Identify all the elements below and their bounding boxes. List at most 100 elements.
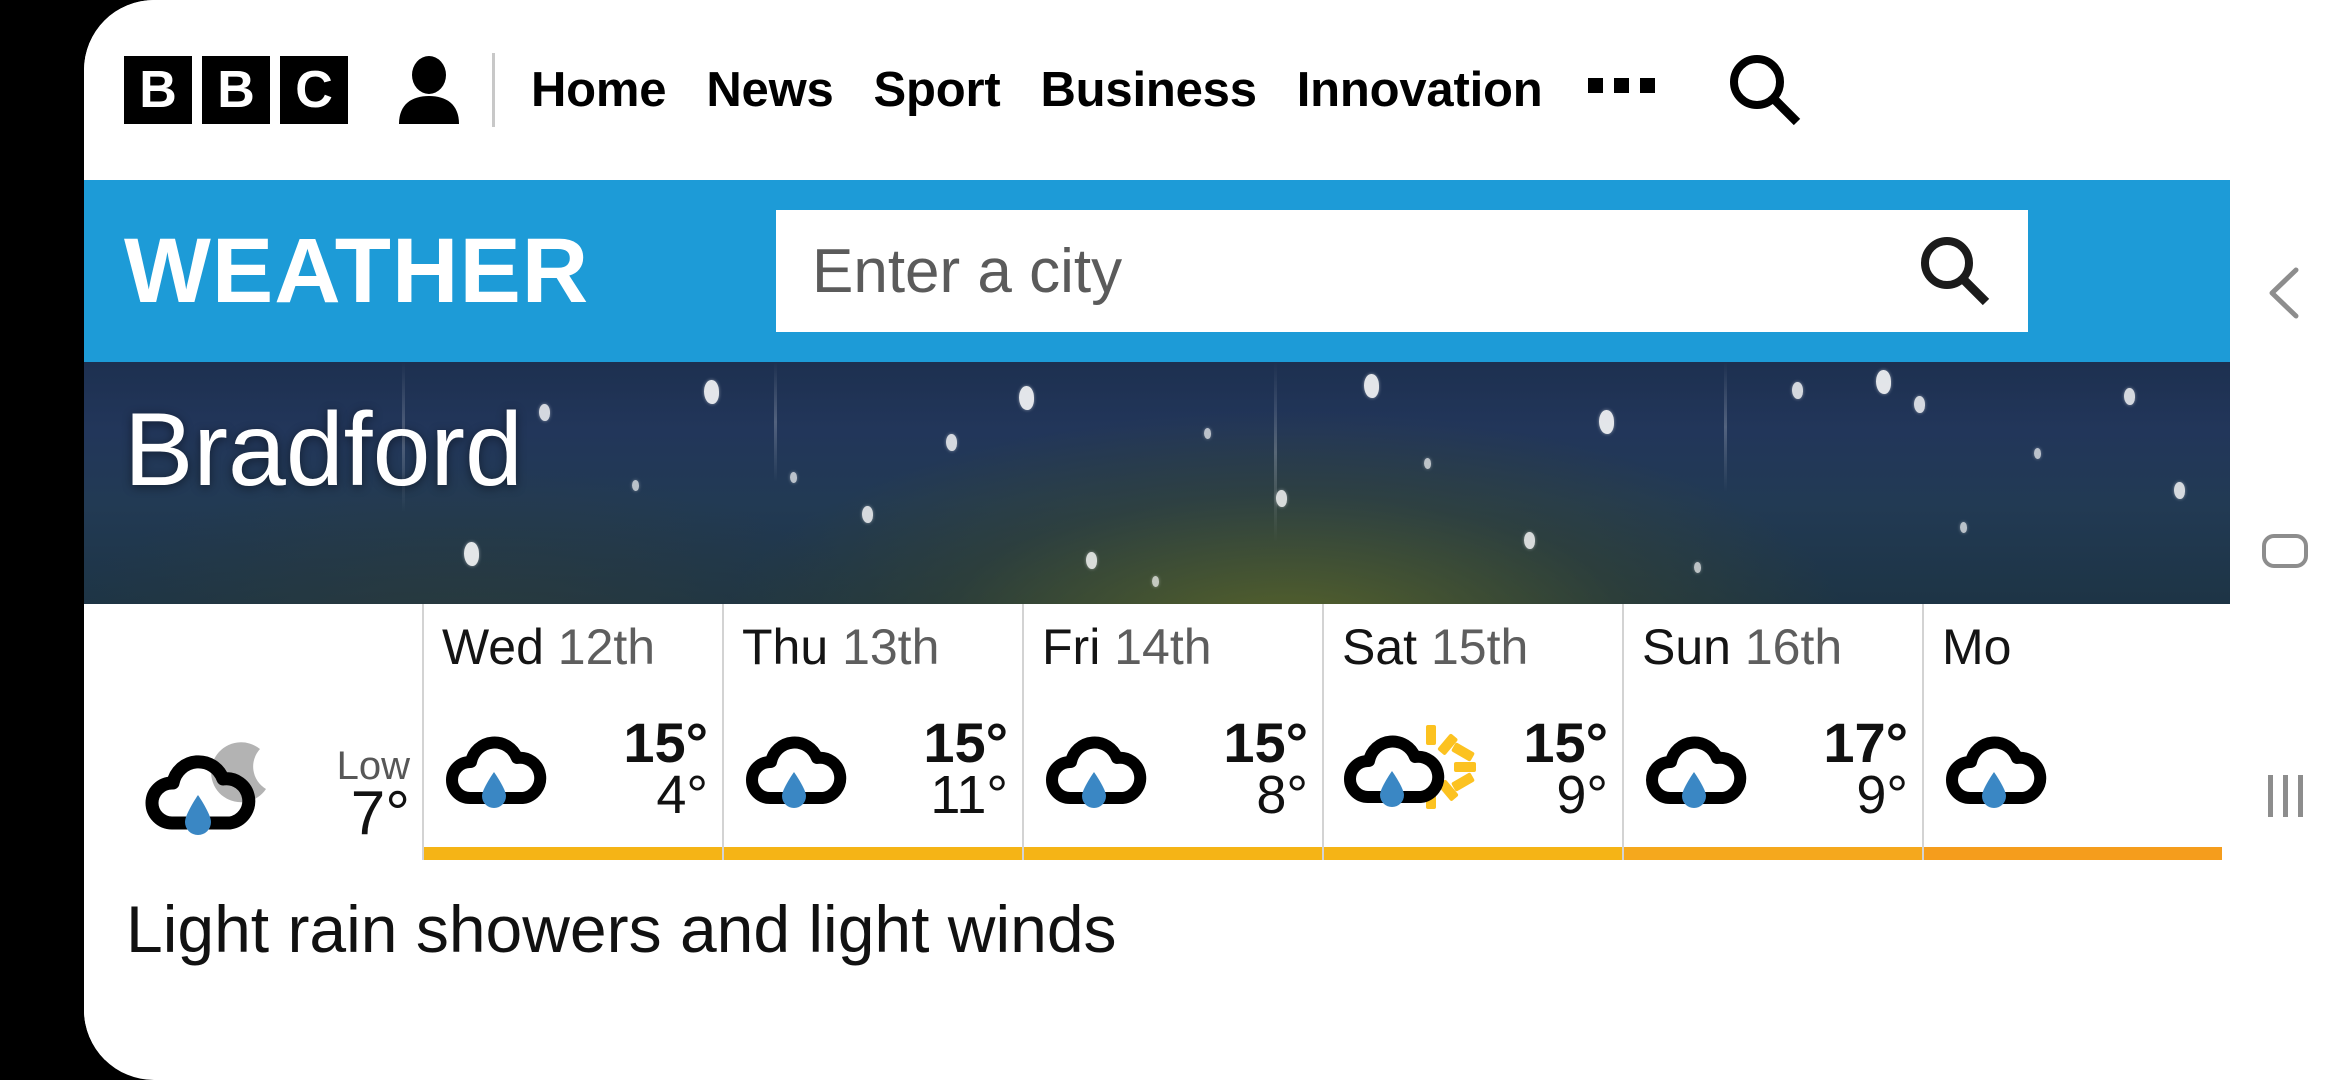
day-middle [1942,672,2208,860]
ellipsis-icon[interactable] [1588,77,1656,103]
weather-brand-band: WEATHER [84,180,2230,362]
forecast-card-day[interactable]: Sat 15th 15° 9° [1322,604,1622,860]
nav-item-sport[interactable]: Sport [874,62,1001,118]
forecast-edge-spacer [2222,604,2230,860]
recents-bar [2282,774,2288,817]
forecast-strip[interactable]: Tonight Low 7° [84,604,2230,860]
forecast-summary: Light rain showers and light winds [84,860,2230,1060]
day-header: Fri 14th [1042,622,1308,672]
forecast-card-tonight[interactable]: Tonight Low 7° [124,604,422,860]
rain-streak [1274,362,1277,542]
day-middle: 15° 9° [1342,672,1608,860]
nav-item-news[interactable]: News [706,62,833,118]
day-low: 9° [1556,764,1608,825]
water-droplet [1960,522,1967,533]
day-temperatures: 15° 8° [1160,711,1308,825]
home-pill-icon[interactable] [2262,533,2308,568]
forecast-card-day[interactable]: Wed 12th 15° 4° [422,604,722,860]
day-accent-bar [1024,847,1322,860]
day-header: Sun 16th [1642,622,1908,672]
tonight-temperature: Low 7° [337,746,410,848]
bbc-logo[interactable]: B B C [124,56,348,124]
water-droplet [1694,562,1701,573]
water-droplet [2174,482,2185,499]
nav-item-business[interactable]: Business [1040,62,1256,118]
water-droplet [704,380,719,404]
forecast-card-day[interactable]: Sun 16th 17° 9° [1622,604,1922,860]
person-icon[interactable] [394,55,464,125]
forecast-card-day[interactable]: Thu 13th 15° 11° [722,604,1022,860]
tonight-low-value: 7° [350,778,410,848]
chevron-left-icon[interactable] [2264,264,2306,327]
day-high: 15° [923,711,1008,775]
day-date: 13th [842,619,940,675]
bbc-logo-letter-3: C [280,56,348,124]
forecast-card-day[interactable]: Fri 14th 15° 8° [1022,604,1322,860]
water-droplet [1086,552,1097,569]
city-search-box[interactable] [776,210,2028,332]
water-droplet [539,404,550,421]
ellipsis-dot [1640,77,1656,93]
nav-item-innovation[interactable]: Innovation [1297,62,1543,118]
water-droplet [1424,458,1431,469]
water-droplet [1019,386,1034,410]
water-droplet [1276,490,1287,507]
recents-bars-icon[interactable] [2267,774,2303,817]
search-icon[interactable] [1725,51,1803,129]
water-droplet [2124,388,2135,405]
summary-text: Light rain showers and light winds [126,892,1117,966]
day-low: 4° [656,764,708,825]
cloud-rain-icon [442,722,554,817]
water-droplet [1914,396,1925,413]
day-name: Wed [442,619,558,675]
water-droplet [2034,448,2041,459]
rain-streak [1724,362,1727,492]
water-droplet [946,434,957,451]
tonight-body: Tonight Low 7° [124,604,422,860]
primary-nav: Home News Sport Business Innovation [531,62,1543,118]
browser-app-card: B B C Home News Sport Business Innovatio… [84,0,2230,1080]
day-temperatures: 15° 4° [560,715,708,825]
day-date: 14th [1114,619,1212,675]
android-system-nav [2230,0,2340,1080]
day-middle: 15° 11° [742,672,1008,860]
water-droplet [1204,428,1211,439]
cloud-rain-icon [742,722,854,817]
day-accent-bar [724,847,1022,860]
recents-bars-shape [2267,774,2303,817]
nav-item-home[interactable]: Home [531,62,667,118]
cloud-rain-moon-icon [142,733,290,842]
sun-cloud-rain-icon [1342,719,1482,820]
day-high: 15° [1223,711,1308,775]
water-droplet [632,480,639,491]
day-date: 15th [1430,619,1529,675]
city-search-button[interactable] [1916,233,1992,309]
day-name: Thu [742,619,843,675]
page-title-city: Bradford [124,392,523,508]
day-header: Wed 12th [442,622,708,672]
water-droplet [1876,370,1891,394]
bbc-logo-letter-1: B [124,56,192,124]
water-droplet [790,472,797,483]
ellipsis-dot [1614,77,1630,93]
city-search-input[interactable] [812,235,1916,307]
screen: B B C Home News Sport Business Innovatio… [0,0,2340,1080]
rain-streak [774,362,777,482]
home-pill-shape [2262,533,2308,568]
day-header: Mo [1942,622,2208,672]
water-droplet [862,506,873,523]
day-header: Thu 13th [742,622,1008,672]
cloud-rain-icon [1042,722,1154,817]
day-name: Sun [1642,619,1745,675]
day-high: 15° [1523,711,1608,775]
forecast-card-day-partial[interactable]: Mo [1922,604,2222,860]
day-date: 16th [1744,619,1843,675]
cloud-rain-icon [1942,722,2054,817]
day-low: 11° [930,764,1008,825]
header-divider [492,53,495,127]
cloud-rain-icon [1642,722,1754,817]
day-low: 8° [1256,764,1308,825]
weather-wordmark[interactable]: WEATHER [124,225,589,317]
water-droplet [1524,532,1535,549]
location-hero: Bradford [84,362,2230,604]
